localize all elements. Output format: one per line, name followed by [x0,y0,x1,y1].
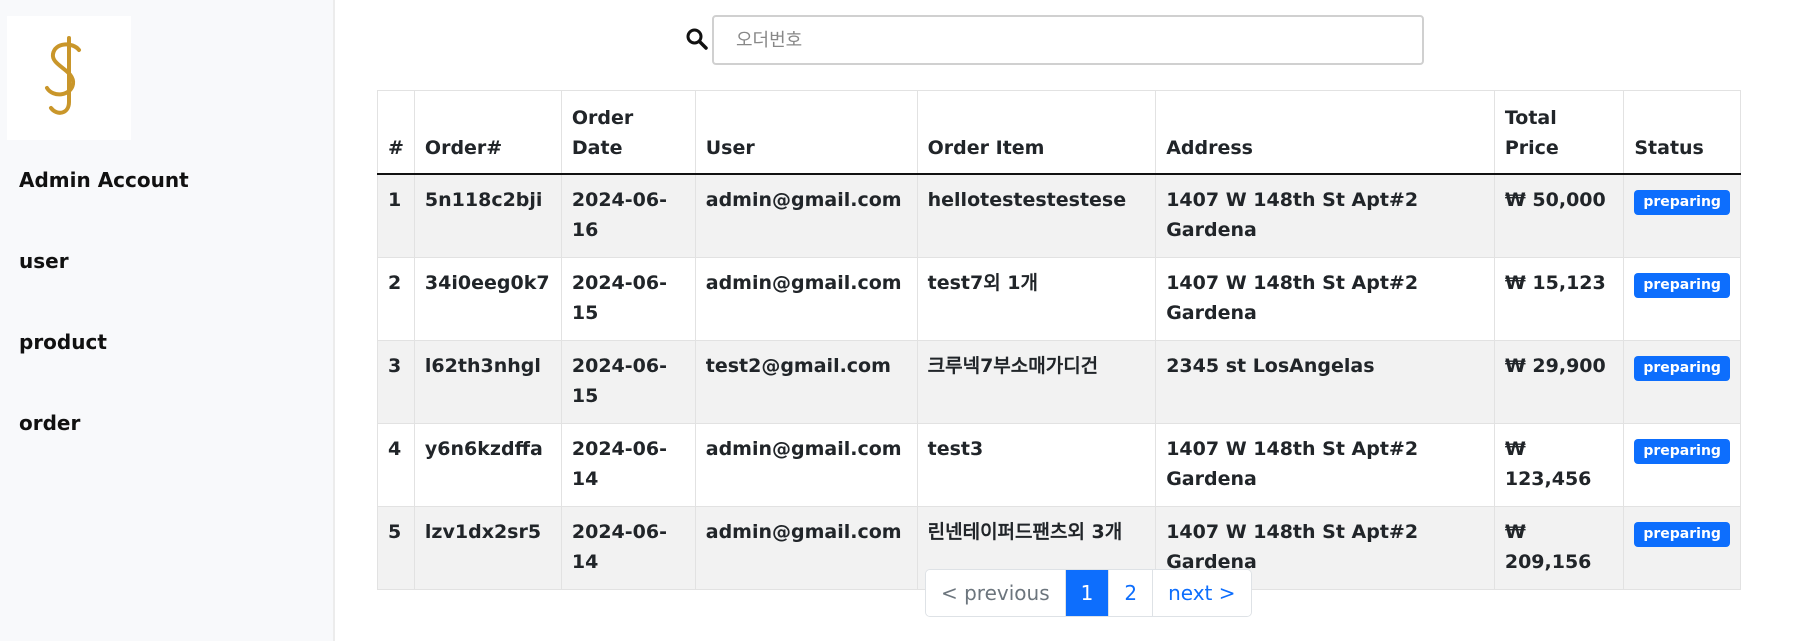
status-badge: preparing [1634,438,1730,464]
cell-status: preparing [1623,505,1741,590]
cell-order-item: test3 [916,422,1157,507]
col-header-status: Status [1623,90,1741,175]
cell-order-number: lzv1dx2sr5 [413,505,562,590]
cell-order-item: test7외 1개 [916,256,1157,341]
sj-monogram-icon [45,36,81,115]
cell-order-date: 2024-06-15 [560,339,696,424]
cell-total-price: ₩ 209,156 [1493,505,1625,590]
cell-index: 2 [377,256,415,341]
cell-order-date: 2024-06-14 [560,505,696,590]
cell-order-number: l62th3nhgl [413,339,562,424]
cell-status: preparing [1623,422,1741,507]
cell-total-price: ₩ 50,000 [1493,173,1625,258]
cell-user: admin@gmail.com [694,173,918,258]
cell-user: admin@gmail.com [694,256,918,341]
brand-logo[interactable] [7,16,131,140]
cell-user: test2@gmail.com [694,339,918,424]
cell-index: 1 [377,173,415,258]
orders-table: # Order# Order Date User Order Item Addr… [377,90,1741,590]
cell-total-price: ₩ 29,900 [1493,339,1625,424]
cell-order-date: 2024-06-16 [560,173,696,258]
col-header-address: Address [1155,90,1495,175]
cell-order-number: y6n6kzdffa [413,422,562,507]
pagination-page-2[interactable]: 2 [1109,570,1154,616]
table-row[interactable]: 4 y6n6kzdffa 2024-06-14 admin@gmail.com … [377,422,1741,507]
pagination-page-1[interactable]: 1 [1065,570,1110,616]
cell-status: preparing [1623,256,1741,341]
sidebar: Admin Account user product order [0,0,335,641]
table-row[interactable]: 1 5n118c2bji 2024-06-16 admin@gmail.com … [377,173,1741,258]
col-header-order-number: Order# [413,90,562,175]
cell-address: 1407 W 148th St Apt#2 Gardena [1155,256,1495,341]
table-row[interactable]: 2 34i0eeg0k7 2024-06-15 admin@gmail.com … [377,256,1741,341]
cell-user: admin@gmail.com [694,505,918,590]
table-row[interactable]: 3 l62th3nhgl 2024-06-15 test2@gmail.com … [377,339,1741,424]
search-input[interactable] [712,15,1424,65]
status-badge: preparing [1634,189,1730,215]
search-icon[interactable] [685,27,711,53]
sidebar-item-user[interactable]: user [19,249,69,273]
table-header-row: # Order# Order Date User Order Item Addr… [377,90,1741,175]
cell-total-price: ₩ 123,456 [1493,422,1625,507]
pagination-next-button[interactable]: next > [1153,570,1251,616]
cell-status: preparing [1623,173,1741,258]
sidebar-item-admin-account[interactable]: Admin Account [19,168,189,192]
cell-index: 4 [377,422,415,507]
cell-order-number: 5n118c2bji [413,173,562,258]
cell-order-date: 2024-06-15 [560,256,696,341]
cell-order-date: 2024-06-14 [560,422,696,507]
col-header-order-item: Order Item [916,90,1157,175]
pagination-previous-button[interactable]: < previous [926,570,1066,616]
sidebar-item-product[interactable]: product [19,330,107,354]
col-header-total-price: Total Price [1493,90,1625,175]
cell-order-item: 크루넥7부소매가디건 [916,339,1157,424]
sidebar-item-order[interactable]: order [19,411,80,435]
pagination: < previous 1 2 next > [925,569,1252,617]
cell-status: preparing [1623,339,1741,424]
status-badge: preparing [1634,272,1730,298]
cell-index: 3 [377,339,415,424]
col-header-order-date: Order Date [560,90,696,175]
cell-address: 1407 W 148th St Apt#2 Gardena [1155,173,1495,258]
cell-address: 1407 W 148th St Apt#2 Gardena [1155,422,1495,507]
cell-index: 5 [377,505,415,590]
col-header-index: # [377,90,415,175]
cell-order-item: hellotestestestese [916,173,1157,258]
cell-user: admin@gmail.com [694,422,918,507]
status-badge: preparing [1634,521,1730,547]
cell-address: 2345 st LosAngelas [1155,339,1495,424]
status-badge: preparing [1634,355,1730,381]
col-header-user: User [694,90,918,175]
cell-order-number: 34i0eeg0k7 [413,256,562,341]
cell-total-price: ₩ 15,123 [1493,256,1625,341]
